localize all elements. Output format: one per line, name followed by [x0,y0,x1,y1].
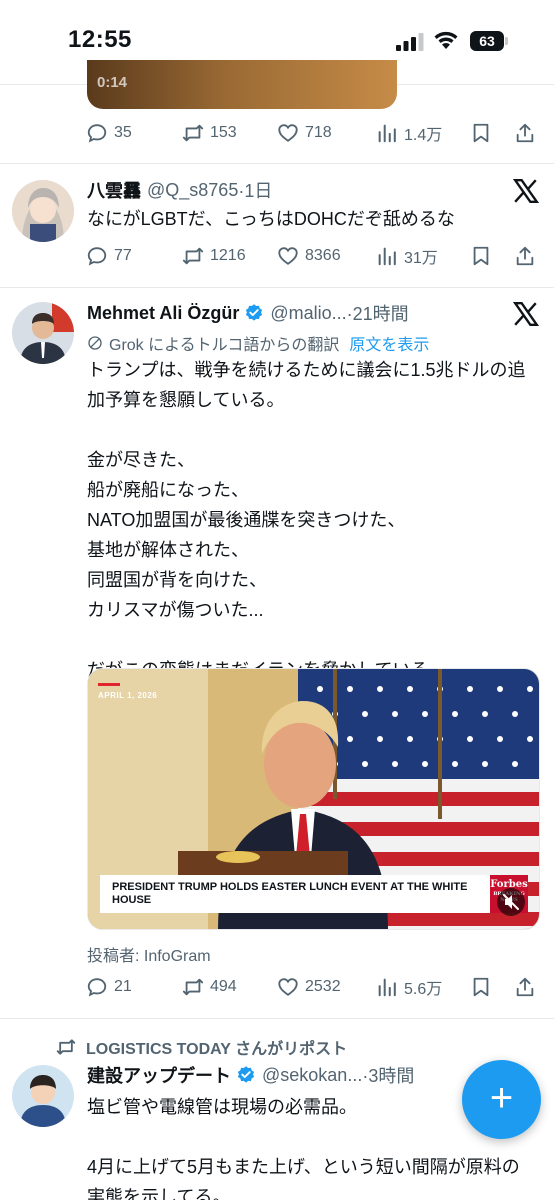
plus-icon: + [489,1076,514,1120]
post-time: ·3時間 [362,1066,415,1086]
repost-by[interactable]: LOGISTICS TODAY さんがリポスト [86,1035,347,1059]
author-name[interactable]: Mehmet Ali Özgür [87,303,239,324]
repost-icon [56,1039,76,1055]
bookmark-icon [473,123,489,143]
heart-icon [278,978,298,996]
wifi-icon [434,31,458,49]
author-name[interactable]: 建設アップデート [87,1062,231,1088]
repost-icon [182,978,204,996]
cellular-signal-icon [396,33,424,51]
like-button[interactable]: 718 [277,118,332,148]
views-icon [378,978,396,997]
avatar[interactable] [12,1065,74,1127]
views-count: 31万 [404,250,438,267]
repost-count: 494 [210,978,237,995]
video-player[interactable]: APRIL 1, 2026 PRESIDENT TRUMP HOLDS EAST… [87,668,540,930]
compose-button[interactable]: + [462,1060,541,1139]
views-icon [378,124,396,143]
views-count: 1.4万 [404,127,443,144]
media-timecode: 0:14 [97,74,128,91]
repost-icon [182,247,204,265]
translation-row: Grok によるトルコ語からの翻訳 原文を表示 [87,331,429,355]
post-header: Mehmet Ali Özgür @malio... ·21時間 [87,299,409,327]
date-accent [98,683,120,686]
views-button[interactable]: 31万 [376,241,438,271]
like-count: 2532 [305,978,341,995]
post-time: ·1日 [238,181,273,201]
author-handle[interactable]: @sekokan... [262,1065,362,1086]
mute-button[interactable] [497,888,525,916]
share-icon [516,977,534,997]
grok-icon [88,336,102,350]
like-count: 8366 [305,247,341,264]
reply-button[interactable]: 77 [86,241,132,271]
reply-count: 77 [114,247,132,264]
bookmark-icon [473,977,489,997]
bookmark-icon [473,246,489,266]
divider [0,287,554,288]
author-handle[interactable]: @Q_s8765 [147,180,238,201]
repost-indicator: LOGISTICS TODAY さんがリポスト [56,1035,347,1059]
bookmark-button[interactable] [470,241,492,271]
x-logo-icon[interactable] [513,178,539,204]
video-date: APRIL 1, 2026 [98,691,158,700]
post-text: トランプは、戦争を続けるために議会に1.5兆ドルの追加予算を懇願している。 金が… [87,360,526,680]
status-time: 12:55 [68,26,132,53]
post-header: 八雲䨺 @Q_s8765 ·1日 [87,176,272,204]
bookmark-button[interactable] [470,972,492,1002]
x-logo-icon[interactable] [513,301,539,327]
share-icon [516,246,534,266]
like-button[interactable]: 2532 [277,972,341,1002]
reply-count: 35 [114,124,132,141]
views-count: 5.6万 [404,981,443,998]
verified-badge-icon [237,1066,255,1083]
show-original-link[interactable]: 原文を表示 [349,331,429,355]
views-icon [378,247,396,266]
reply-icon [87,124,107,143]
mute-icon [503,894,519,910]
divider [0,1018,554,1019]
reply-icon [87,247,107,266]
repost-button[interactable]: 153 [182,118,237,148]
post-actions: 77 1216 8366 31万 [86,241,540,271]
repost-button[interactable]: 494 [182,972,237,1002]
post-time: ·21時間 [346,304,409,324]
reply-count: 21 [114,978,132,995]
views-button[interactable]: 1.4万 [376,118,442,148]
translation-note: Grok によるトルコ語からの翻訳 [109,337,340,354]
heart-icon [278,247,298,265]
video-caption: PRESIDENT TRUMP HOLDS EASTER LUNCH EVENT… [100,875,492,913]
repost-button[interactable]: 1216 [182,241,246,271]
heart-icon [278,124,298,142]
battery-icon: 63 [470,31,508,51]
avatar[interactable] [12,180,74,242]
share-button[interactable] [514,118,536,148]
share-button[interactable] [514,972,536,1002]
verified-badge-icon [246,304,263,321]
repost-count: 153 [210,124,237,141]
share-button[interactable] [514,241,536,271]
views-button[interactable]: 5.6万 [376,972,442,1002]
author-handle[interactable]: @malio... [270,303,346,324]
bookmark-button[interactable] [470,118,492,148]
share-icon [516,123,534,143]
post-text: なにがLGBTだ、こっちはDOHCだぞ舐めるな [87,209,455,229]
reply-button[interactable]: 21 [86,972,132,1002]
prev-post-actions: 35 153 718 1.4万 [86,118,540,148]
reply-button[interactable]: 35 [86,118,132,148]
reply-icon [87,978,107,997]
post-actions: 21 494 2532 5.6万 [86,972,540,1002]
like-button[interactable]: 8366 [277,241,341,271]
post-source[interactable]: 投稿者: InfoGram [87,942,211,966]
divider [0,163,554,164]
battery-level: 63 [470,31,504,51]
author-name[interactable]: 八雲䨺 [87,177,141,203]
avatar[interactable] [12,302,74,364]
post-header: 建設アップデート @sekokan... ·3時間 [87,1061,414,1089]
repost-count: 1216 [210,247,246,264]
prev-post-media[interactable]: 0:14 [87,60,397,109]
like-count: 718 [305,124,332,141]
repost-icon [182,124,204,142]
